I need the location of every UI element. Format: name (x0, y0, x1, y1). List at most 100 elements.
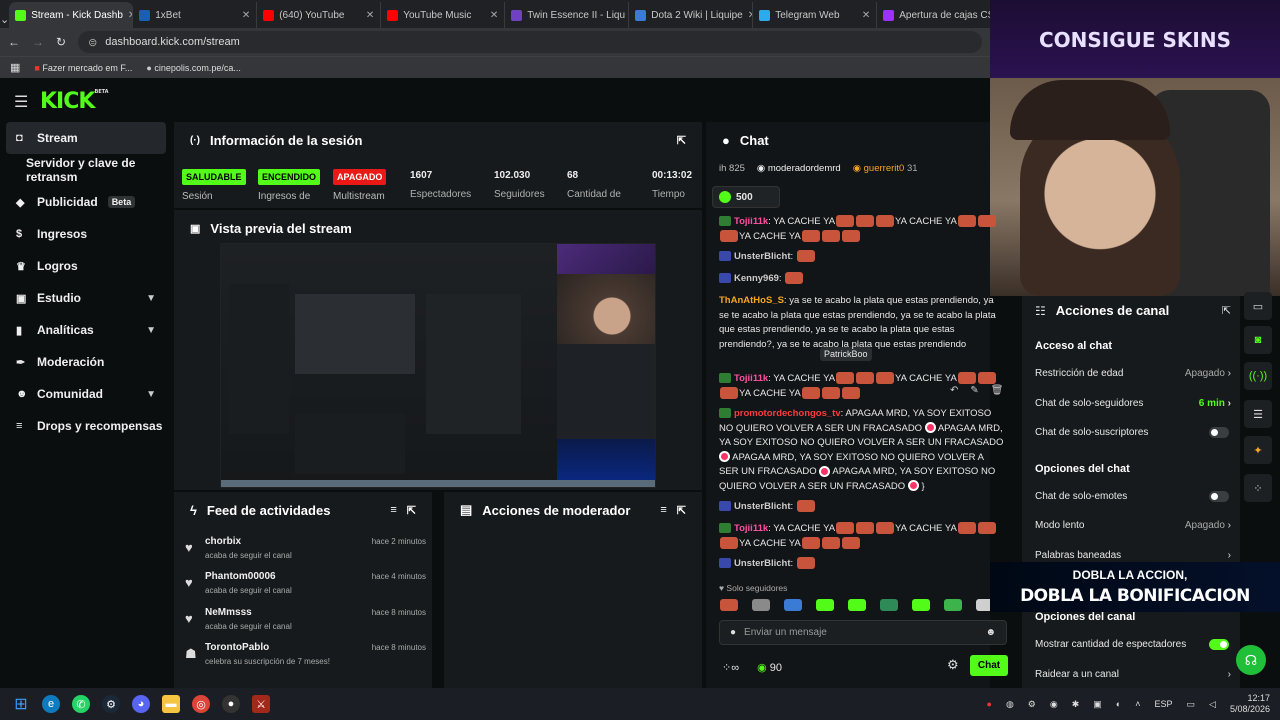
folder-icon[interactable]: ▬ (162, 695, 180, 713)
bookmark-item[interactable]: ■ Fazer mercado em F... (34, 63, 132, 73)
chrome-icon[interactable]: ◎ (192, 695, 210, 713)
emote-icon[interactable] (752, 599, 770, 611)
sidebar-item[interactable]: ≡ Drops y recompensas (0, 410, 172, 442)
chevron-down-icon[interactable]: ▼ (146, 389, 156, 400)
emote-icon[interactable] (912, 599, 930, 611)
sidebar-item[interactable]: ☻ Comunidad ▼ (0, 378, 172, 410)
browser-tab[interactable]: Telegram Web ✕ (753, 2, 878, 28)
expand-icon[interactable]: ⇱ (1222, 304, 1231, 317)
emote-icon[interactable] (720, 599, 738, 611)
rail-more-icon[interactable]: ⁘ (1244, 474, 1272, 502)
browser-tab[interactable]: Dota 2 Wiki | Liquipe✕ (629, 2, 754, 28)
sidebar-item[interactable]: ♛ Logros (0, 250, 172, 282)
chevron-down-icon[interactable]: ▼ (146, 293, 156, 304)
tray-icon[interactable]: ● (987, 699, 992, 709)
sidebar-item[interactable]: ◆ Publicidad Beta (0, 186, 172, 218)
infinity-icon[interactable]: ⁘∞ (722, 661, 739, 674)
tray-icon[interactable]: ✱ (1072, 699, 1080, 710)
toggle-switch[interactable] (1209, 639, 1229, 650)
browser-tab[interactable]: Stream - Kick Dashb✕ (9, 2, 134, 28)
clock[interactable]: 12:17 5/08/2026 (1230, 693, 1270, 715)
tab-close-icon[interactable]: ✕ (242, 10, 250, 21)
url-input[interactable]: ⊜ dashboard.kick.com/stream (78, 31, 982, 53)
emote-icon[interactable] (848, 599, 866, 611)
volume-icon[interactable]: ◁ (1209, 699, 1216, 710)
steam-icon[interactable]: ⚙ (102, 695, 120, 713)
chevron-right-icon[interactable]: › (1228, 550, 1231, 561)
channel-option-row[interactable]: Mostrar cantidad de espectadores (1035, 639, 1231, 653)
channel-option-row[interactable]: Restricción de edad Apagado › (1035, 368, 1231, 382)
whatsapp-icon[interactable]: ✆ (72, 695, 90, 713)
browser-tab[interactable]: YouTube Music ✕ (381, 2, 506, 28)
chat-input[interactable]: ● Enviar un mensaje ☻ (719, 620, 1007, 645)
chat-username[interactable]: Tojii11k (734, 216, 768, 227)
browser-tab[interactable]: Twin Essence II - Liqu✕ (505, 2, 630, 28)
browser-tab[interactable]: 1xBet ✕ (133, 2, 258, 28)
rail-broadcast-icon[interactable]: ((·)) (1244, 362, 1272, 390)
channel-option-row[interactable]: Chat de solo-seguidores 6 min › (1035, 398, 1231, 412)
tab-close-icon[interactable]: ✕ (490, 10, 498, 21)
sidebar-item[interactable]: ✒ Moderación (0, 346, 172, 378)
channel-option-row[interactable]: Chat de solo-emotes (1035, 490, 1231, 505)
feed-username[interactable]: Phantom00006 (205, 571, 276, 582)
gift-pill[interactable]: 500 (712, 186, 780, 208)
menu-icon[interactable]: ☰ (14, 92, 28, 112)
chat-settings-icon[interactable]: ⚙ (947, 657, 959, 673)
expand-icon[interactable]: ⇱ (407, 504, 416, 517)
site-info-icon[interactable]: ⊜ (88, 36, 97, 49)
support-icon[interactable]: ☊ (1236, 645, 1266, 675)
chat-username[interactable]: Tojii11k (734, 373, 768, 384)
chat-username[interactable]: UnsterBlicht (734, 251, 790, 262)
obs-icon[interactable]: ● (222, 695, 240, 713)
tray-icon[interactable]: ◐ (1116, 699, 1121, 709)
channel-option-row[interactable]: Raidear a un canal › (1035, 669, 1231, 683)
chat-username[interactable]: promotordechongos_tv (734, 408, 841, 419)
emoji-icon[interactable]: ☻ (985, 627, 996, 638)
kick-logo[interactable]: KICKBETA (40, 89, 109, 114)
tray-icon[interactable]: ▣ (1093, 699, 1102, 710)
option-value[interactable]: 6 min › (1199, 398, 1231, 409)
feed-username[interactable]: TorontoPablo (205, 642, 269, 653)
filter-icon[interactable]: ≡ (660, 504, 666, 516)
browser-tab[interactable]: Apertura de cajas CS✕ (877, 2, 1002, 28)
windows-start-icon[interactable]: ⊞ (12, 695, 30, 713)
reload-icon[interactable]: ↻ (56, 35, 66, 49)
rail-copy-icon[interactable]: ▭ (1244, 292, 1272, 320)
sidebar-item[interactable]: ◘ Stream (6, 122, 166, 154)
rail-chat-icon[interactable]: ◙ (1244, 326, 1272, 354)
chat-send-button[interactable]: Chat (970, 655, 1008, 676)
chevron-down-icon[interactable]: ▼ (146, 325, 156, 336)
back-icon[interactable]: ← (8, 35, 20, 49)
rail-list-icon[interactable]: ☰ (1244, 400, 1272, 428)
tray-icon[interactable]: ◉ (1050, 699, 1058, 710)
discord-icon[interactable]: ◕ (132, 695, 150, 713)
channel-option-row[interactable]: Chat de solo-suscriptores (1035, 427, 1231, 441)
chat-username[interactable]: Kenny969 (734, 273, 779, 284)
chat-username[interactable]: UnsterBlicht (734, 501, 790, 512)
option-value[interactable]: Apagado › (1185, 368, 1231, 379)
apps-grid-icon[interactable]: ▦ (10, 61, 20, 74)
emote-icon[interactable] (816, 599, 834, 611)
chevron-right-icon[interactable]: › (1228, 669, 1231, 680)
sidebar-item[interactable]: ▮ Analíticas ▼ (0, 314, 172, 346)
rail-wrench-icon[interactable]: ✦ (1244, 436, 1272, 464)
tab-search-icon[interactable]: ⌄ (0, 10, 9, 28)
tab-close-icon[interactable]: ✕ (862, 10, 870, 21)
browser-tab[interactable]: (640) YouTube ✕ (257, 2, 382, 28)
forward-icon[interactable]: → (32, 35, 44, 49)
edge-icon[interactable]: e (42, 695, 60, 713)
tray-icon[interactable]: ⚙ (1028, 699, 1036, 710)
tray-icon[interactable]: ◍ (1006, 699, 1014, 710)
sidebar-item[interactable]: Servidor y clave de retransm (0, 154, 172, 186)
emote-icon[interactable] (784, 599, 802, 611)
emote-icon[interactable] (880, 599, 898, 611)
chat-username[interactable]: ThAnAtHoS_S (719, 295, 784, 306)
dota-icon[interactable]: ⚔ (252, 695, 270, 713)
tray-chevron-icon[interactable]: ˄ (1135, 699, 1140, 709)
expand-icon[interactable]: ⇱ (677, 134, 686, 147)
sidebar-item[interactable]: $ Ingresos (0, 218, 172, 250)
sidebar-item[interactable]: ▣ Estudio ▼ (0, 282, 172, 314)
stream-preview-video[interactable] (220, 243, 656, 488)
channel-option-row[interactable]: Modo lento Apagado › (1035, 520, 1231, 534)
option-value[interactable]: Apagado › (1185, 520, 1231, 531)
